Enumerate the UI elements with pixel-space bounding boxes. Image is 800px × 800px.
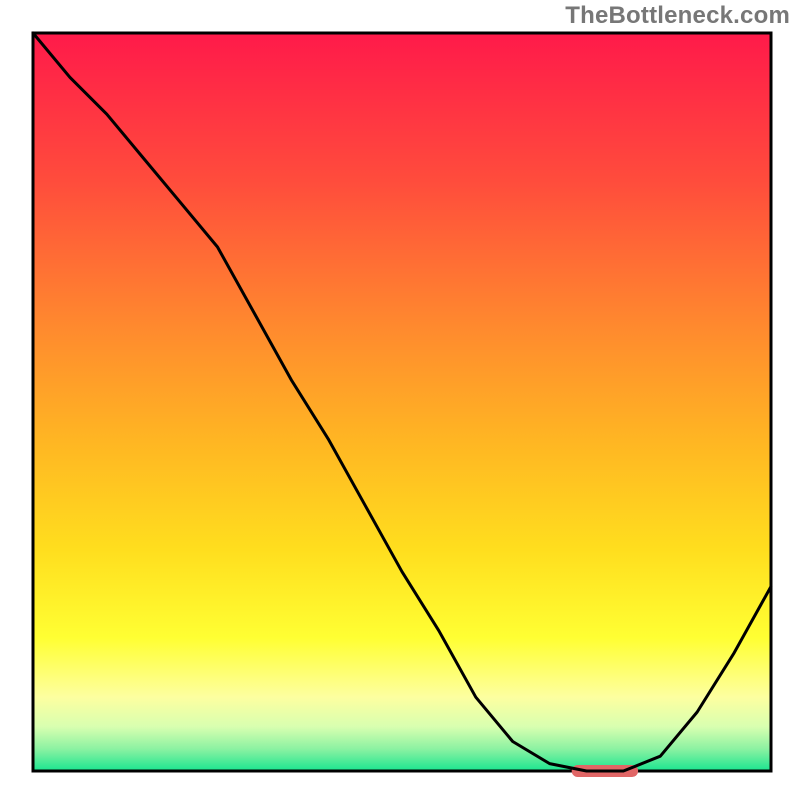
bottleneck-chart: TheBottleneck.com [0,0,800,800]
watermark-text: TheBottleneck.com [565,2,790,30]
chart-svg [0,0,800,800]
plot-background [33,33,771,771]
